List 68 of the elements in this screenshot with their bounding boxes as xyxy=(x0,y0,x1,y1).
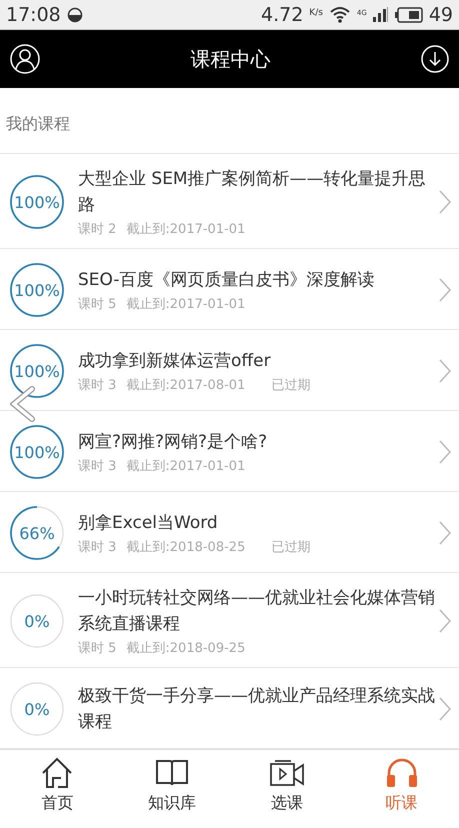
course-title: 大型企业 SEM推广案例简析——转化量提升思路 xyxy=(78,168,427,217)
wifi-icon xyxy=(328,6,351,23)
chevron-right-icon xyxy=(439,190,451,214)
course-item[interactable]: 0% 一小时玩转社交网络——优就业社会化媒体营销系统直播课程 课时 5 截止到:2018-09-25 xyxy=(0,573,459,668)
progress-ring xyxy=(8,592,66,650)
tab[interactable]: 知识库 xyxy=(114,750,230,814)
progress-ring xyxy=(8,261,66,319)
expired-label: 已过期 xyxy=(271,539,310,556)
lesson-count: 课时 5 xyxy=(78,640,116,657)
progress-ring xyxy=(8,423,66,481)
lesson-count: 课时 3 xyxy=(78,377,116,394)
progress-percent: 0% xyxy=(24,700,50,718)
deadline: 截止到:2017-01-01 xyxy=(126,221,246,238)
lesson-count: 课时 3 xyxy=(78,539,116,556)
chevron-right-icon xyxy=(439,521,451,545)
chevron-right-icon xyxy=(439,359,451,383)
chevron-right-icon xyxy=(439,440,451,464)
progress-percent: 0% xyxy=(24,612,50,630)
course-item[interactable]: 100% SEO-百度《网页质量白皮书》深度解读 课时 5 截止到:2017-01-01 xyxy=(0,249,459,330)
course-title: 成功拿到新媒体运营offer xyxy=(78,350,272,373)
expired-label: 已过期 xyxy=(271,377,310,394)
download-button[interactable] xyxy=(421,45,449,73)
course-title: 别拿Excel当Word xyxy=(78,512,219,535)
lesson-count: 课时 2 xyxy=(78,221,116,238)
profile-button[interactable] xyxy=(10,44,40,74)
progress-ring xyxy=(8,342,66,400)
deadline: 截止到:2018-09-25 xyxy=(126,640,246,657)
deadline: 截止到:2018-08-25 xyxy=(126,539,246,556)
course-title: 极致干货一手分享——优就业产品经理系统实战课程 xyxy=(78,685,435,734)
progress-percent: 100% xyxy=(14,192,60,212)
deadline: 截止到:2017-01-01 xyxy=(126,458,246,475)
signal-icon xyxy=(372,7,389,22)
clock: 17:08 xyxy=(6,4,61,26)
user-icon xyxy=(10,44,40,74)
page-title: 课程中心 xyxy=(190,46,270,72)
section-title: 我的课程 xyxy=(6,114,70,135)
progress-ring xyxy=(8,173,66,231)
half-circle-icon xyxy=(66,6,83,22)
progress-percent: 66% xyxy=(19,524,55,542)
course-item[interactable]: 100% 网宣?网推?网销?是个啥? 课时 3 截止到:2017-01-01 xyxy=(0,411,459,492)
progress-percent: 100% xyxy=(14,442,60,462)
progress-percent: 100% xyxy=(14,362,60,380)
deadline: 截止到:2017-01-01 xyxy=(126,296,246,313)
download-icon xyxy=(421,45,449,73)
speed-unit: K/s xyxy=(309,8,323,18)
course-title: 网宣?网推?网销?是个啥? xyxy=(78,431,268,454)
course-item[interactable]: 100% 成功拿到新媒体运营offer 课时 3 截止到:2017-08-01 已过期 xyxy=(0,330,459,411)
course-item[interactable]: 100% 大型企业 SEM推广案例简析——转化量提升思路 课时 2 截止到:2017-01-01 xyxy=(0,154,459,249)
chevron-right-icon xyxy=(439,697,451,721)
book-icon xyxy=(155,758,190,788)
headphones-icon xyxy=(384,757,419,789)
lesson-count: 课时 3 xyxy=(78,458,116,475)
network-speed: 4.72 xyxy=(260,4,304,26)
chevron-right-icon xyxy=(439,278,451,302)
course-title: SEO-百度《网页质量白皮书》深度解读 xyxy=(78,269,376,292)
course-title: 一小时玩转社交网络——优就业社会化媒体营销系统直播课程 xyxy=(78,587,435,636)
tab[interactable]: 首页 xyxy=(0,750,115,814)
tab[interactable]: 选课 xyxy=(230,750,344,814)
video-camera-icon xyxy=(268,758,305,788)
chevron-right-icon xyxy=(439,609,451,633)
battery-icon xyxy=(394,6,423,22)
deadline: 截止到:2017-08-01 xyxy=(126,377,246,394)
lesson-count: 课时 5 xyxy=(78,296,116,313)
course-item[interactable]: 66% 别拿Excel当Word 课时 3 截止到:2018-08-25 已过期 xyxy=(0,492,459,573)
progress-percent: 100% xyxy=(14,280,60,300)
progress-ring xyxy=(8,504,66,562)
battery-level: 49 xyxy=(428,4,453,26)
progress-ring xyxy=(8,680,66,738)
